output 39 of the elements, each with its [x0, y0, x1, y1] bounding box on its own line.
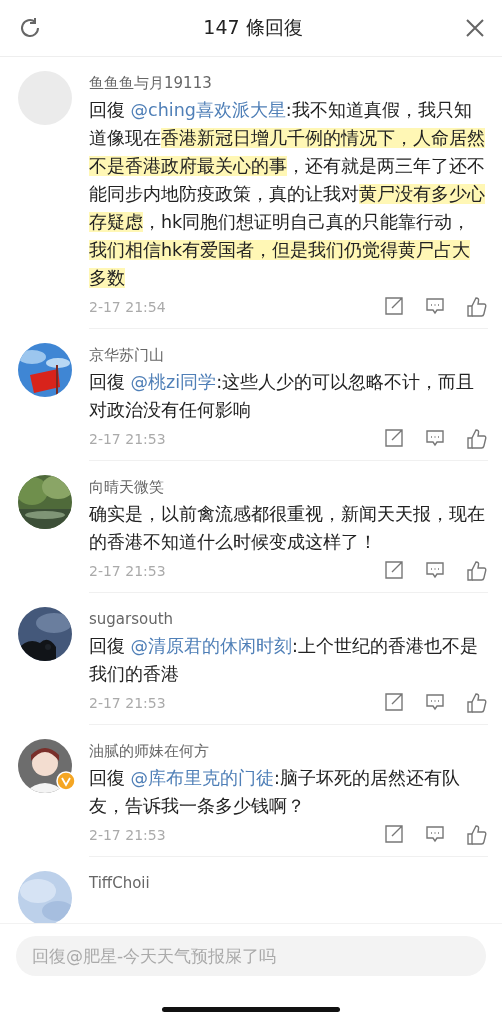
header-title: 147 條回復 — [203, 15, 303, 40]
timestamp: 2-17 21:53 — [89, 695, 167, 711]
username[interactable]: 鱼鱼鱼与月19113 — [89, 71, 488, 95]
comment-text: 回復 @清原君的休闲时刻:上个世纪的香港也不是我们的香港 — [89, 635, 479, 686]
share-icon[interactable] — [384, 428, 404, 448]
username[interactable]: 京华苏门山 — [89, 343, 488, 367]
share-icon[interactable] — [384, 296, 404, 316]
like-icon[interactable] — [466, 560, 488, 582]
comment-icon[interactable] — [425, 560, 445, 580]
share-icon[interactable] — [384, 692, 404, 712]
mention-link[interactable]: @ching喜欢派大星 — [130, 100, 286, 120]
mention-link[interactable]: @库布里克的门徒 — [130, 768, 275, 788]
mention-link[interactable]: @桃zi同学 — [130, 372, 217, 392]
username[interactable]: 油腻的师妹在何方 — [89, 739, 488, 763]
timestamp: 2-17 21:54 — [89, 299, 167, 315]
like-icon[interactable] — [466, 692, 488, 714]
timestamp: 2-17 21:53 — [89, 563, 167, 579]
username[interactable]: TiffChoii — [89, 871, 488, 895]
comment-text: 确实是，以前禽流感都很重视，新闻天天报，现在的香港不知道什么时候变成这样了！ — [89, 503, 486, 554]
timestamp: 2-17 21:53 — [89, 431, 167, 447]
username[interactable]: 向晴天微笑 — [89, 475, 488, 499]
comment-icon[interactable] — [425, 296, 445, 316]
comment-icon[interactable] — [425, 824, 445, 844]
like-icon[interactable] — [466, 428, 488, 450]
comment-text: 回復 @ching喜欢派大星:我不知道真假，我只知道像现在香港新冠日增几千例的情况下，人命居然不是香港政府最关心的事，还有就是两三年了还不能同步内地防疫政策，真的让我对黄尸没有多少心存疑虑，hk同胞们想证明自己真的只能靠行动， 我们相信hk有爱国者，但是我们仍觉得黄尸占大多数 — [89, 99, 486, 290]
mention-link[interactable]: @清原君的休闲时刻 — [130, 636, 293, 656]
share-icon[interactable] — [384, 824, 404, 844]
comment-text: 回復 @库布里克的门徒:脑子坏死的居然还有队友，告诉我一条多少钱啊？ — [89, 767, 461, 818]
reply-field[interactable]: 回復@肥星-今天天气预报屎了吗 — [16, 936, 486, 976]
close-icon[interactable] — [464, 17, 486, 39]
comment-icon[interactable] — [425, 692, 445, 712]
like-icon[interactable] — [466, 824, 488, 846]
like-icon[interactable] — [466, 296, 488, 318]
timestamp: 2-17 21:53 — [89, 827, 167, 843]
refresh-icon[interactable] — [18, 16, 42, 40]
username[interactable]: sugarsouth — [89, 607, 488, 631]
comment-text: 回復 @桃zi同学:这些人少的可以忽略不计，而且对政治没有任何影响 — [89, 371, 476, 422]
share-icon[interactable] — [384, 560, 404, 580]
comment-icon[interactable] — [425, 428, 445, 448]
